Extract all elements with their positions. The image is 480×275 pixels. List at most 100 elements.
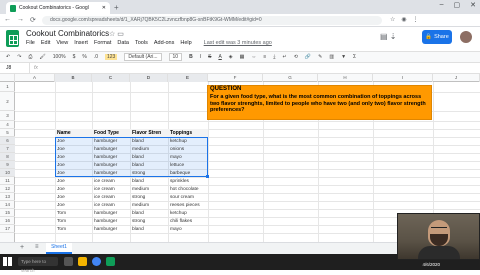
merge-icon[interactable]: ⇔ — [251, 54, 256, 60]
zoom-select[interactable]: 100% — [53, 54, 66, 60]
taskbar-search-input[interactable]: Type here to search — [18, 257, 58, 273]
table-header-flavor-strength[interactable]: Flavor Stren — [130, 129, 168, 137]
strikethrough-icon[interactable]: S — [208, 54, 211, 60]
table-cell[interactable]: hamburger — [94, 170, 117, 178]
table-cell[interactable]: bland — [132, 154, 144, 162]
table-header-name[interactable]: Name — [55, 129, 92, 137]
row-header[interactable]: 16 — [0, 217, 15, 225]
table-cell[interactable]: hamburger — [94, 154, 117, 162]
menu-help[interactable]: Help — [180, 40, 191, 46]
table-cell[interactable]: bland — [132, 162, 144, 170]
font-select[interactable]: Default (Ari... — [124, 53, 162, 61]
new-tab-button[interactable]: + — [114, 3, 119, 12]
table-cell[interactable]: medium — [132, 202, 149, 210]
sheet-tab[interactable]: Sheet1 — [46, 243, 72, 254]
chart-icon[interactable]: ▥ — [329, 54, 334, 60]
close-tab-icon[interactable]: ✕ — [102, 5, 106, 11]
table-cell[interactable]: hot chocolate — [170, 186, 199, 194]
table-cell[interactable]: barbeque — [170, 170, 190, 178]
paint-format-icon[interactable]: 🖌 — [39, 54, 45, 60]
table-cell[interactable]: bland — [132, 178, 144, 186]
table-cell[interactable]: medium — [132, 186, 149, 194]
table-cell[interactable]: bland — [132, 226, 144, 234]
table-cell[interactable]: Joe — [57, 194, 65, 202]
menu-edit[interactable]: Edit — [41, 40, 50, 46]
table-cell[interactable]: hamburger — [94, 210, 117, 218]
row-header[interactable]: 15 — [0, 209, 15, 217]
table-cell[interactable]: ice cream — [94, 178, 115, 186]
windows-start-icon[interactable] — [3, 257, 12, 266]
table-cell[interactable]: bland — [132, 138, 144, 146]
table-header-toppings[interactable]: Toppings — [168, 129, 208, 137]
table-cell[interactable]: strong — [132, 218, 145, 226]
menu-addons[interactable]: Add-ons — [154, 40, 175, 46]
table-cell[interactable]: ketchup — [170, 138, 187, 146]
percent-format-button[interactable]: % — [82, 54, 86, 60]
extension-icon[interactable]: ◉ — [401, 16, 406, 23]
table-cell[interactable]: lettuce — [170, 162, 184, 170]
table-cell[interactable]: sprinkles — [170, 178, 189, 186]
function-icon[interactable]: Σ — [353, 54, 356, 60]
reload-icon[interactable]: ⟳ — [30, 16, 36, 24]
table-cell[interactable]: sour cream — [170, 194, 194, 202]
column-header[interactable]: B — [55, 74, 92, 82]
minimize-button[interactable]: – — [440, 1, 444, 9]
table-cell[interactable]: bland — [132, 210, 144, 218]
row-header[interactable]: 12 — [0, 185, 15, 193]
table-cell[interactable]: Joe — [57, 154, 65, 162]
table-header-food-type[interactable]: Food Type — [92, 129, 130, 137]
menu-format[interactable]: Format — [94, 40, 111, 46]
decimal-button[interactable]: .0 — [94, 54, 98, 60]
table-cell[interactable]: hamburger — [94, 162, 117, 170]
row-header[interactable]: 5 — [0, 129, 15, 137]
task-view-icon[interactable] — [64, 257, 73, 266]
table-cell[interactable]: ice cream — [94, 186, 115, 194]
column-header[interactable]: A — [15, 74, 55, 82]
menu-view[interactable]: View — [56, 40, 68, 46]
bold-icon[interactable]: B — [189, 54, 193, 60]
redo-icon[interactable]: ↷ — [17, 54, 21, 60]
row-header[interactable]: 8 — [0, 153, 15, 161]
filter-icon[interactable]: ▼ — [341, 54, 346, 60]
table-cell[interactable]: Joe — [57, 202, 65, 210]
table-cell[interactable]: reeses pieces — [170, 202, 200, 210]
share-button[interactable]: 🔒 Share — [422, 30, 452, 44]
align-icon[interactable]: ≡ — [263, 54, 266, 60]
valign-icon[interactable]: ⤓ — [273, 54, 275, 60]
font-size-select[interactable]: 10 — [168, 53, 183, 61]
column-header[interactable]: E — [168, 74, 208, 82]
text-color-icon[interactable]: A — [218, 54, 221, 60]
table-cell[interactable]: strong — [132, 194, 145, 202]
row-header[interactable]: 9 — [0, 161, 15, 169]
table-cell[interactable]: mayo — [170, 154, 182, 162]
column-header[interactable]: H — [318, 74, 373, 82]
row-header[interactable]: 13 — [0, 193, 15, 201]
browser-tab[interactable]: Cookout Combinatorics - Googl ✕ — [6, 2, 110, 14]
fill-handle[interactable] — [206, 175, 209, 178]
comment-icon[interactable]: ✎ — [318, 54, 322, 60]
borders-icon[interactable]: ▦ — [240, 54, 245, 60]
forward-icon[interactable]: → — [17, 16, 24, 24]
maximize-button[interactable]: ▢ — [454, 1, 461, 9]
row-header[interactable]: 6 — [0, 137, 15, 145]
column-header[interactable]: J — [433, 74, 480, 82]
table-cell[interactable]: Tom — [57, 210, 66, 218]
table-cell[interactable]: Joe — [57, 162, 65, 170]
link-icon[interactable]: 🔗 — [305, 54, 311, 60]
column-header[interactable]: F — [208, 74, 263, 82]
menu-insert[interactable]: Insert — [74, 40, 88, 46]
more-formats-button[interactable]: 123 — [104, 54, 118, 60]
table-cell[interactable]: chili flakes — [170, 218, 192, 226]
row-header[interactable]: 1 — [0, 82, 15, 92]
row-header[interactable]: 14 — [0, 201, 15, 209]
menu-tools[interactable]: Tools — [135, 40, 148, 46]
comments-icon[interactable]: ▤ ⇣ — [380, 32, 396, 41]
table-cell[interactable]: ice cream — [94, 202, 115, 210]
row-header[interactable]: 2 — [0, 92, 15, 111]
add-sheet-icon[interactable]: + — [20, 244, 24, 251]
table-cell[interactable]: strong — [132, 170, 145, 178]
select-all-corner[interactable] — [0, 74, 15, 82]
column-header[interactable]: I — [373, 74, 433, 82]
wrap-icon[interactable]: ↵ — [283, 54, 287, 60]
undo-icon[interactable]: ↶ — [6, 54, 10, 60]
